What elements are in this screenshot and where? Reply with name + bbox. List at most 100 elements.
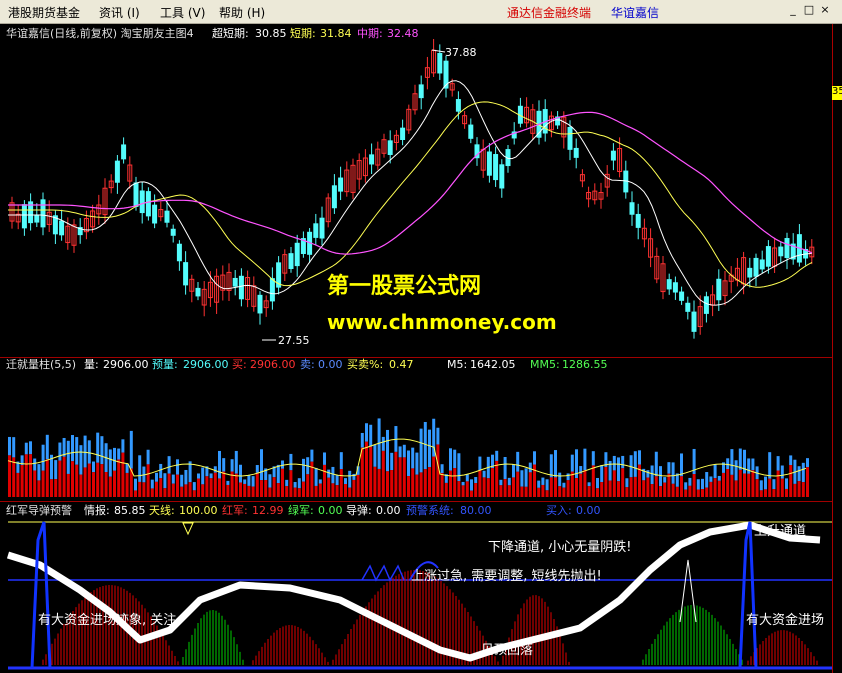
volume-bar-sell: [797, 466, 801, 482]
volume-bar-sell: [747, 458, 751, 474]
pre-vol-value: 2906.00: [183, 358, 229, 371]
volume-bar-sell: [24, 442, 28, 455]
volume-bar-buy: [545, 490, 549, 497]
volume-bar-sell: [243, 479, 247, 484]
volume-bar-buy: [146, 464, 150, 497]
volume-bar-sell: [734, 460, 738, 481]
volume-bar-sell: [495, 450, 499, 461]
annotation-overheat: 上涨过急, 需要调整, 短线先抛出!: [411, 569, 602, 584]
candle-body: [679, 291, 685, 301]
candle-body: [257, 294, 263, 314]
current-price-tag: 35: [832, 86, 842, 100]
volume-bar-buy: [453, 468, 457, 497]
volume-bar-sell: [743, 449, 746, 474]
volume-bar-sell: [146, 449, 150, 465]
volume-bar-buy: [66, 473, 70, 497]
volume-bar-sell: [423, 421, 427, 470]
volume-bar-buy: [134, 490, 137, 497]
volume-bar-sell: [327, 469, 331, 478]
volume-bar-buy: [365, 441, 368, 497]
volume-bar-sell: [751, 458, 755, 471]
volume-bar-buy: [789, 465, 793, 497]
buy-in-label: 买入:: [546, 504, 572, 517]
vol-label: 量:: [84, 358, 99, 371]
volume-bar-buy: [608, 480, 612, 497]
volume-bar-sell: [163, 473, 167, 489]
volume-bar-sell: [407, 450, 410, 477]
volume-bar-buy: [751, 470, 755, 497]
volume-bar-buy: [600, 482, 604, 497]
volume-bar-sell: [759, 480, 763, 491]
red-army-value: 12.99: [252, 504, 284, 517]
volume-bar-sell: [541, 477, 545, 485]
candle-body: [114, 160, 120, 183]
volume-bar-sell: [58, 442, 62, 461]
candle-body: [232, 277, 238, 287]
volume-bar-buy: [549, 477, 553, 497]
volume-bar-sell: [806, 458, 809, 468]
volume-bar-buy: [415, 474, 419, 497]
volume-bar-buy: [461, 485, 465, 497]
volume-bar-sell: [213, 466, 217, 473]
volume-bar-sell: [713, 464, 717, 479]
volume-bar-buy: [801, 482, 805, 497]
candle-body: [288, 253, 294, 270]
candle-body: [387, 140, 393, 155]
volume-bar-buy: [701, 489, 704, 497]
volume-bar-sell: [268, 474, 272, 488]
warn-system-label: 预警系统:: [406, 504, 454, 517]
volume-bar-sell: [87, 440, 91, 464]
volume-bar-sell: [612, 455, 616, 471]
volume-bar-buy: [260, 480, 263, 497]
volume-bar-sell: [318, 479, 322, 484]
low-price-marker: 27.55: [278, 334, 310, 347]
volume-bar-buy: [579, 473, 583, 497]
volume-bar-buy: [251, 486, 255, 497]
volume-bar-sell: [226, 480, 230, 485]
volume-bar-buy: [373, 466, 377, 497]
volume-bar-buy: [29, 454, 32, 497]
volume-bar-buy: [163, 488, 167, 497]
candle-body: [238, 275, 244, 300]
candle-body: [455, 99, 461, 112]
candle-body: [121, 144, 127, 160]
volume-bar-buy: [218, 478, 221, 497]
volume-bar-buy: [625, 487, 629, 497]
candle-body: [747, 267, 753, 278]
volume-bar-sell: [96, 432, 100, 463]
volume-bar-buy: [486, 478, 490, 497]
volume-bar-sell: [709, 476, 713, 482]
volume-bar-sell: [764, 476, 767, 490]
candle-body: [691, 311, 697, 332]
volume-bar-buy: [113, 470, 116, 497]
volume-bar-sell: [730, 449, 734, 475]
volume-bar-buy: [591, 465, 595, 497]
sell-vol-label: 卖:: [300, 358, 315, 371]
volume-bar-sell: [701, 478, 704, 490]
volume-bar-sell: [398, 446, 402, 458]
candle-body: [573, 147, 579, 158]
candle-body: [21, 204, 27, 229]
volume-bar-sell: [37, 464, 41, 481]
volume-bar-sell: [402, 444, 406, 458]
candle-body: [145, 191, 151, 217]
volume-bar-sell: [566, 473, 570, 481]
volume-bar-sell: [478, 456, 482, 471]
watermark-site-url: www.chnmoney.com: [327, 310, 557, 334]
candle-body: [759, 259, 765, 270]
volume-bar-sell: [201, 467, 205, 485]
volume-bar-buy: [302, 481, 305, 497]
volume-bar-sell: [680, 453, 683, 477]
right-price-axis: [832, 24, 842, 673]
volume-bar-buy: [516, 471, 520, 497]
volume-bar-buy: [205, 476, 209, 497]
indicator-panel-title: 红军导弹预警: [6, 504, 72, 517]
volume-bar-sell: [507, 477, 511, 486]
volume-bar-sell: [171, 474, 175, 484]
sky-label: 天线:: [149, 504, 175, 517]
volume-bar-buy: [730, 474, 734, 497]
watermark-site-name: 第一股票公式网: [327, 274, 482, 299]
volume-bar-buy: [507, 485, 511, 497]
volume-bar-buy: [360, 447, 364, 497]
volume-bar-buy: [596, 488, 599, 497]
